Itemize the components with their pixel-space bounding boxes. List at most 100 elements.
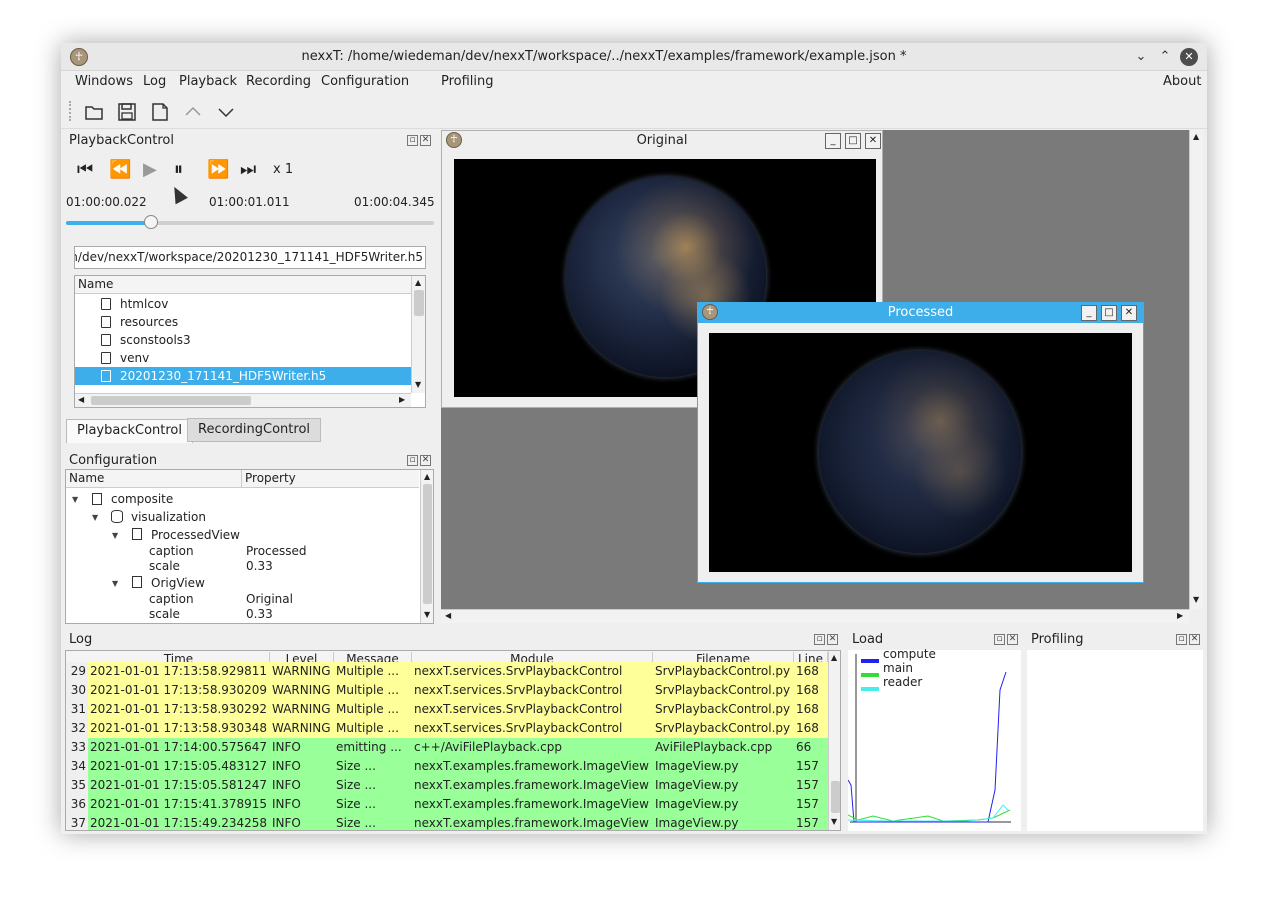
maximize-icon[interactable]: □	[845, 133, 861, 149]
seek-begin-icon[interactable]: ⏮	[77, 160, 93, 180]
scroll-thumb[interactable]	[831, 781, 840, 813]
file-list-item[interactable]: sconstools3	[75, 331, 411, 349]
scroll-right-icon[interactable]: ▶	[399, 395, 405, 404]
dock-close-icon[interactable]: ✕	[827, 634, 838, 645]
subwindow-processed[interactable]: ☥ Processed _ □ ✕	[697, 302, 1144, 583]
save-icon[interactable]	[116, 101, 138, 123]
float-icon[interactable]: ▫	[994, 634, 1005, 645]
dock-close-icon[interactable]: ✕	[1007, 634, 1018, 645]
table-row[interactable]: 35 2021-01-01 17:15:05.581247 INFO Size ...…	[66, 776, 828, 796]
configuration-tree[interactable]: Name Property ▼ composite ▼ visualizatio…	[65, 469, 434, 624]
close-icon[interactable]: ✕	[865, 133, 881, 149]
menu-recording[interactable]: Recording	[246, 74, 311, 89]
expand-icon[interactable]: ▼	[112, 579, 118, 588]
scroll-thumb[interactable]	[423, 484, 432, 604]
scroll-left-icon[interactable]: ◀	[445, 611, 451, 620]
toolbar-grip[interactable]	[69, 101, 72, 121]
table-row[interactable]: 32 2021-01-01 17:13:58.930348 WARNING Multi…	[66, 719, 828, 739]
table-row[interactable]: 31 2021-01-01 17:13:58.930292 WARNING Multi…	[66, 700, 828, 720]
prop-orig-caption[interactable]: Original	[246, 591, 293, 607]
dock-close-icon[interactable]: ✕	[420, 135, 431, 146]
file-path-field[interactable]: /home/wiedeman/dev/nexxT/workspace/20201…	[74, 246, 426, 269]
table-row[interactable]: 29 2021-01-01 17:13:58.929811 WARNING Multi…	[66, 662, 828, 682]
scroll-down-icon[interactable]: ▼	[415, 380, 421, 389]
scroll-down-icon[interactable]: ▼	[1193, 595, 1199, 604]
expand-icon[interactable]: ▼	[92, 513, 98, 522]
save-as-icon[interactable]	[149, 101, 171, 123]
tree-processed-view[interactable]: ProcessedView	[151, 527, 240, 543]
float-icon[interactable]: ▫	[1176, 634, 1187, 645]
playback-speed[interactable]: x 1	[273, 162, 293, 177]
tab-recording-control[interactable]: RecordingControl	[187, 418, 322, 442]
scroll-right-icon[interactable]: ▶	[1177, 611, 1183, 620]
scroll-down-icon[interactable]: ▼	[424, 610, 430, 619]
close-icon[interactable]: ✕	[1121, 305, 1137, 321]
float-icon[interactable]: ▫	[407, 455, 418, 466]
menu-windows[interactable]: Windows	[75, 74, 133, 89]
file-list-hscroll[interactable]: ◀ ▶	[75, 393, 411, 407]
scroll-up-icon[interactable]: ▲	[415, 278, 421, 287]
menu-configuration[interactable]: Configuration	[321, 74, 409, 89]
tab-playback-control[interactable]: PlaybackControl	[66, 419, 193, 443]
config-col-property[interactable]: Property	[242, 470, 419, 488]
step-back-icon[interactable]: ⏪	[109, 160, 131, 180]
minimize-icon[interactable]: _	[1081, 305, 1097, 321]
file-list-header[interactable]: Name	[75, 276, 411, 294]
tree-visualization[interactable]: visualization	[131, 509, 206, 525]
scroll-thumb[interactable]	[414, 290, 424, 316]
file-list-item[interactable]: htmlcov	[75, 295, 411, 313]
expand-icon[interactable]: ▼	[112, 531, 118, 540]
prop-orig-scale[interactable]: 0.33	[246, 606, 273, 622]
menu-log[interactable]: Log	[143, 74, 166, 89]
scroll-up-icon[interactable]: ▲	[1193, 132, 1199, 141]
log-vscroll[interactable]: ▲ ▼	[828, 651, 840, 830]
slider-handle[interactable]	[143, 215, 158, 229]
title-bar[interactable]: ☥ nexxT: /home/wiedeman/dev/nexxT/worksp…	[61, 43, 1207, 71]
log-table[interactable]: Time Level Message Module Filename Line 29 202…	[65, 650, 841, 831]
step-forward-icon[interactable]: ⏩	[207, 160, 229, 180]
config-col-name[interactable]: Name	[66, 470, 242, 488]
menu-about[interactable]: About	[1163, 74, 1201, 89]
scroll-up-icon[interactable]: ▲	[424, 472, 430, 481]
scroll-left-icon[interactable]: ◀	[78, 395, 84, 404]
play-icon[interactable]: ▶	[143, 160, 157, 180]
open-folder-icon[interactable]	[83, 101, 105, 123]
table-row[interactable]: 37 2021-01-01 17:15:49.234258 INFO Size ...…	[66, 814, 828, 830]
position-slider[interactable]	[66, 215, 434, 229]
mdi-vscroll[interactable]: ▲ ▼	[1189, 130, 1203, 609]
mdi-area[interactable]: ☥ Original _ □ ✕ ☥ Processed _ □ ✕	[441, 130, 1189, 609]
menu-playback[interactable]: Playback	[179, 74, 237, 89]
menu-profiling[interactable]: Profiling	[441, 74, 494, 89]
pause-icon[interactable]: ⏸	[174, 160, 183, 180]
table-row[interactable]: 33 2021-01-01 17:14:00.575647 INFO emitting…	[66, 738, 828, 758]
prop-processed-caption[interactable]: Processed	[246, 543, 307, 559]
file-list-item[interactable]: 20201230_171141_HDF5Writer.h5	[75, 367, 411, 385]
file-list-item[interactable]: venv	[75, 349, 411, 367]
float-icon[interactable]: ▫	[407, 135, 418, 146]
dock-close-icon[interactable]: ✕	[1189, 634, 1200, 645]
float-icon[interactable]: ▫	[814, 634, 825, 645]
minimize-icon[interactable]: ⌄	[1132, 48, 1150, 66]
maximize-icon[interactable]: □	[1101, 305, 1117, 321]
table-row[interactable]: 36 2021-01-01 17:15:41.378915 INFO Size ...…	[66, 795, 828, 815]
file-list-item[interactable]: resources	[75, 313, 411, 331]
table-row[interactable]: 30 2021-01-01 17:13:58.930209 WARNING Multi…	[66, 681, 828, 701]
scroll-down-icon[interactable]: ▼	[831, 817, 837, 826]
hscroll-thumb[interactable]	[91, 396, 251, 405]
chevron-up-icon[interactable]	[182, 101, 204, 123]
mdi-hscroll[interactable]: ◀ ▶	[441, 609, 1189, 623]
maximize-icon[interactable]: ⌃	[1156, 48, 1174, 66]
tree-composite[interactable]: composite	[111, 491, 173, 507]
tree-orig-view[interactable]: OrigView	[151, 575, 205, 591]
expand-icon[interactable]: ▼	[72, 495, 78, 504]
chevron-down-icon[interactable]	[215, 101, 237, 123]
prop-processed-scale[interactable]: 0.33	[246, 558, 273, 574]
file-browser[interactable]: Name htmlcov resources sconstools3 venv 2020…	[74, 275, 426, 408]
minimize-icon[interactable]: _	[825, 133, 841, 149]
config-vscroll[interactable]: ▲ ▼	[420, 470, 433, 623]
seek-end-icon[interactable]: ⏭	[240, 160, 256, 180]
close-icon[interactable]: ✕	[1180, 48, 1198, 66]
file-list-vscroll[interactable]: ▲ ▼	[411, 276, 425, 393]
table-row[interactable]: 34 2021-01-01 17:15:05.483127 INFO Size ...…	[66, 757, 828, 777]
dock-close-icon[interactable]: ✕	[420, 455, 431, 466]
